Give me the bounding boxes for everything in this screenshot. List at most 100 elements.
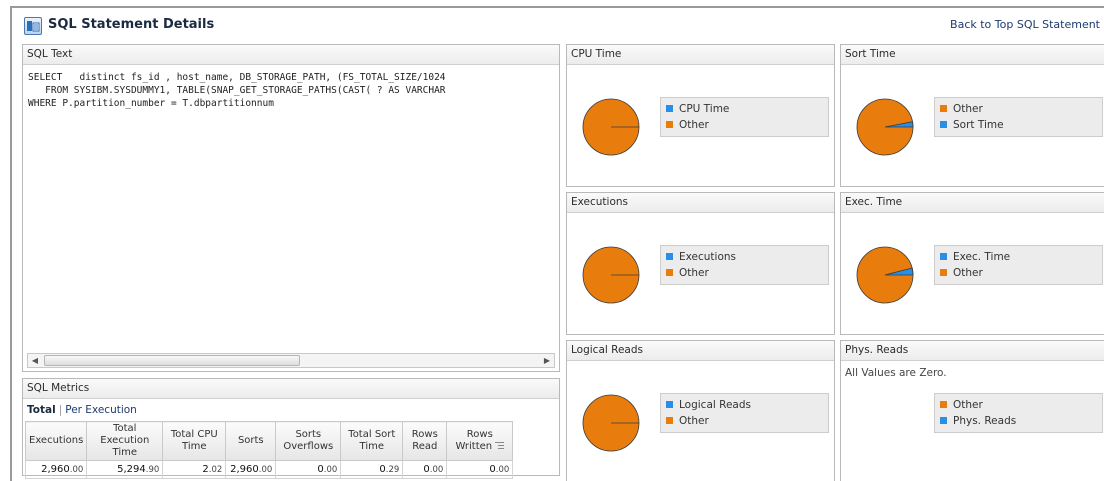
legend-item: Other [666,265,828,281]
legend-item: Sort Time [940,117,1102,133]
panel-header: CPU Time [567,45,834,65]
chart-legend: Logical Reads Other [660,393,829,433]
legend-label: Logical Reads [679,399,751,411]
tab-per-execution[interactable]: Per Execution [65,404,137,416]
column-header-total-execution-time[interactable]: Total Execution Time [86,421,164,461]
page-title: SQL Statement Details [48,17,215,32]
legend-item: Other [666,413,828,429]
cpu-time-pie-chart [582,98,640,156]
legend-swatch [940,269,947,276]
legend-item: Other [940,101,1102,117]
logical-reads-pie-chart [582,394,640,452]
table-cell: 0.29 [340,460,404,479]
legend-label: Sort Time [953,119,1004,131]
legend-swatch [666,121,673,128]
column-header-rows-read[interactable]: Rows Read [402,421,448,461]
column-header-rows-written-label: Rows Written [455,429,493,452]
table-row: 2,960.00 5,294.90 2.02 2,960.00 0.00 0.2… [24,460,514,479]
horizontal-scrollbar[interactable]: ◀ ▶ [27,353,555,368]
table-cell: 2,960.00 [225,460,277,479]
table-cell: 0.00 [402,460,448,479]
legend-label: Other [953,267,983,279]
column-header-sorts-overflows[interactable]: Sorts Overflows [275,421,342,461]
legend-swatch [666,105,673,112]
table-cell: 2,960.00 [24,460,88,479]
legend-swatch [666,269,673,276]
legend-swatch [666,253,673,260]
legend-swatch [666,417,673,424]
legend-swatch [940,417,947,424]
legend-item: Phys. Reads [940,413,1102,429]
legend-item: Other [940,397,1102,413]
sql-text-content[interactable]: SELECT distinct fs_id , host_name, DB_ST… [28,71,556,110]
chart-legend: Other Sort Time [934,97,1103,137]
legend-swatch [666,401,673,408]
table-cell: 2.02 [162,460,227,479]
panel-header: SQL Metrics [23,379,559,399]
all-values-zero-message: All Values are Zero. [845,367,947,379]
scroll-left-icon[interactable]: ◀ [28,354,42,367]
sort-time-pie-chart [856,98,914,156]
panel-header: SQL Text [23,45,559,65]
chart-legend: Other Phys. Reads [934,393,1103,433]
legend-label: Other [679,415,709,427]
executions-chart-panel: Executions Executions Other [566,192,835,335]
panel-header: Executions [567,193,834,213]
legend-label: Other [679,267,709,279]
tab-separator: | [58,404,63,416]
legend-swatch [940,253,947,260]
legend-swatch [940,121,947,128]
legend-item: Exec. Time [940,249,1102,265]
panel-header: Logical Reads [567,341,834,361]
scrollbar-thumb[interactable] [44,355,300,366]
sql-text-panel: SQL Text SELECT distinct fs_id , host_na… [22,44,560,372]
legend-label: Phys. Reads [953,415,1017,427]
legend-label: Exec. Time [953,251,1011,263]
panel-header: Sort Time [841,45,1104,65]
scroll-right-icon[interactable]: ▶ [540,354,554,367]
metrics-table: Executions Total Execution Time Total CP… [24,421,514,479]
legend-item: Other [666,117,828,133]
legend-item: Other [940,265,1102,281]
legend-item: Logical Reads [666,397,828,413]
cpu-time-chart-panel: CPU Time CPU Time Other [566,44,835,187]
table-cell: 0.00 [275,460,342,479]
exec-time-pie-chart [856,246,914,304]
table-header-row: Executions Total Execution Time Total CP… [24,421,514,461]
column-header-total-cpu-time[interactable]: Total CPU Time [162,421,227,461]
executions-pie-chart [582,246,640,304]
sort-time-chart-panel: Sort Time Other Sort Time [840,44,1104,187]
logical-reads-chart-panel: Logical Reads Logical Reads Other [566,340,835,481]
legend-label: Executions [679,251,736,263]
legend-label: Other [953,103,983,115]
column-header-total-sort-time[interactable]: Total Sort Time [340,421,404,461]
tab-total[interactable]: Total [27,404,56,416]
exec-time-chart-panel: Exec. Time Exec. Time Other [840,192,1104,335]
table-cell: 5,294.90 [86,460,164,479]
column-header-rows-written[interactable]: Rows Written [446,421,514,461]
legend-swatch [940,401,947,408]
column-menu-icon[interactable] [495,441,505,450]
chart-legend: Exec. Time Other [934,245,1103,285]
legend-item: Executions [666,249,828,265]
column-header-executions[interactable]: Executions [24,421,88,461]
legend-label: CPU Time [679,103,730,115]
metrics-tab-bar: Total | Per Execution [27,404,137,416]
legend-swatch [940,105,947,112]
panel-header: Phys. Reads [841,341,1104,361]
sql-line: WHERE P.partition_number = T.dbpartition… [28,98,274,109]
back-to-top-sql-link[interactable]: Back to Top SQL Statement [950,18,1100,31]
sql-statement-icon [24,17,42,35]
sql-line: FROM SYSIBM.SYSDUMMY1, TABLE(SNAP_GET_ST… [28,85,446,96]
chart-legend: CPU Time Other [660,97,829,137]
sql-line: SELECT distinct fs_id , host_name, DB_ST… [28,72,446,83]
legend-label: Other [953,399,983,411]
sql-metrics-panel: SQL Metrics Total | Per Execution Executio… [22,378,560,479]
table-cell: 0.00 [446,460,514,479]
column-header-sorts[interactable]: Sorts [225,421,277,461]
legend-label: Other [679,119,709,131]
panel-header: Exec. Time [841,193,1104,213]
chart-legend: Executions Other [660,245,829,285]
phys-reads-chart-panel: Phys. Reads All Values are Zero. Other P… [840,340,1104,481]
legend-item: CPU Time [666,101,828,117]
